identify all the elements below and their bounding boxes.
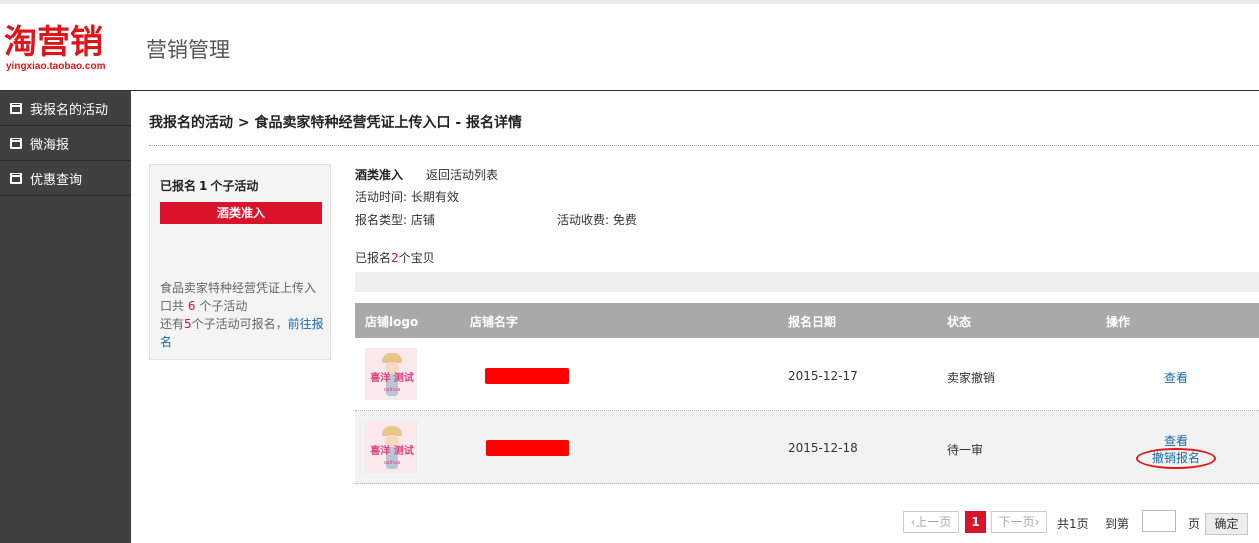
taobao-yingxiao-logo[interactable]: 淘营销 yingxiao.taobao.com bbox=[4, 24, 130, 76]
desc-text: 还有 bbox=[160, 317, 185, 331]
header: 淘营销 yingxiao.taobao.com 营销管理 bbox=[0, 4, 1259, 91]
fee-value: 免费 bbox=[612, 213, 637, 227]
sidebar: 我报名的活动 微海报 优惠查询 bbox=[0, 91, 131, 543]
logo-url: yingxiao.taobao.com bbox=[6, 61, 106, 72]
filter-bar bbox=[355, 272, 1259, 292]
sidebar-item-label: 我报名的活动 bbox=[30, 102, 109, 118]
fee-label: 活动收费: bbox=[557, 213, 610, 227]
activity-fee: 活动收费: 免费 bbox=[557, 211, 637, 228]
logo-thumbnail-text: 喜洋 测试 bbox=[370, 446, 414, 457]
next-page-button[interactable]: 下一页› bbox=[991, 511, 1047, 533]
count-number: 1 bbox=[199, 179, 208, 193]
confirm-button[interactable]: 确定 bbox=[1205, 513, 1248, 535]
desc-remaining-count: 5 bbox=[184, 317, 192, 331]
goto-page-input[interactable] bbox=[1142, 510, 1176, 532]
type-label: 报名类型: bbox=[355, 213, 408, 227]
current-page-button[interactable]: 1 bbox=[965, 511, 986, 533]
view-link[interactable]: 查看 bbox=[1164, 432, 1188, 449]
registered-suffix: 个宝贝 bbox=[398, 251, 435, 265]
registration-status: 卖家撤销 bbox=[947, 371, 996, 385]
desc-text: 个子活动可报名， bbox=[191, 317, 288, 331]
registered-count: 已报名 1 个子活动 bbox=[160, 177, 258, 194]
calendar-icon bbox=[10, 137, 22, 149]
view-link[interactable]: 查看 bbox=[1164, 369, 1188, 386]
column-header-logo: 店铺logo bbox=[365, 315, 419, 329]
logo-thumbnail-text: 喜洋 测试 bbox=[370, 373, 414, 384]
activity-name: 酒类准入 bbox=[355, 168, 404, 182]
goto-label: 到第 bbox=[1105, 517, 1130, 531]
registration-status: 待一审 bbox=[947, 443, 984, 457]
time-value: 长期有效 bbox=[410, 190, 459, 204]
desc-total-count: 6 bbox=[187, 299, 196, 313]
pagination: ‹上一页 1 下一页› 共1页 到第 页 确定 bbox=[131, 510, 1259, 535]
highlight-circle-annotation bbox=[1136, 448, 1216, 469]
back-to-list-link[interactable]: 返回活动列表 bbox=[426, 166, 498, 183]
sidebar-item-my-activities[interactable]: 我报名的活动 bbox=[0, 91, 131, 126]
column-header-status: 状态 bbox=[947, 315, 972, 329]
prev-page-label: 上一页 bbox=[915, 515, 952, 529]
registered-activities-box: 已报名 1 个子活动 酒类准入 食品卖家特种经营凭证上传入口共 6 个子活动 还有5… bbox=[149, 164, 331, 360]
activity-description: 食品卖家特种经营凭证上传入口共 6 个子活动 还有5个子活动可报名，前往报名 bbox=[160, 279, 324, 351]
total-pages: 共1页 bbox=[1057, 517, 1089, 531]
count-prefix: 已报名 bbox=[160, 179, 197, 193]
main-content: 我报名的活动 > 食品卖家特种经营凭证上传入口 - 报名详情 已报名 1 个子活动 … bbox=[131, 92, 1259, 543]
page-header-title: 营销管理 bbox=[146, 38, 230, 62]
shop-logo-thumbnail: 喜洋 测试 caihua bbox=[365, 421, 417, 473]
logo-thumbnail-subtext: caihua bbox=[383, 387, 401, 393]
redacted-shop-name bbox=[486, 440, 569, 456]
column-header-shop-name: 店铺名字 bbox=[470, 315, 519, 329]
logo-thumbnail-subtext: caihua bbox=[383, 460, 401, 466]
sidebar-item-label: 优惠查询 bbox=[30, 172, 83, 188]
table-row: 喜洋 测试 caihua 2015-12-18 待一审 查看 撤销报名 bbox=[355, 411, 1259, 484]
column-header-date: 报名日期 bbox=[788, 315, 837, 329]
registration-type: 报名类型: 店铺 bbox=[355, 211, 435, 228]
activity-time: 活动时间: 长期有效 bbox=[355, 188, 459, 205]
redacted-shop-name bbox=[485, 368, 569, 384]
calendar-icon bbox=[10, 102, 22, 114]
time-label: 活动时间: bbox=[355, 190, 408, 204]
registration-table: 店铺logo 店铺名字 报名日期 状态 操作 喜洋 测试 caihua 2015… bbox=[355, 303, 1259, 484]
sidebar-item-label: 微海报 bbox=[30, 137, 70, 153]
prev-page-button[interactable]: ‹上一页 bbox=[903, 511, 959, 533]
registered-number: 2 bbox=[391, 251, 399, 265]
registered-prefix: 已报名 bbox=[355, 251, 392, 265]
table-row: 喜洋 测试 caihua 2015-12-17 卖家撤销 查看 bbox=[355, 338, 1259, 411]
desc-text: 个子活动 bbox=[199, 299, 248, 313]
next-page-label: 下一页 bbox=[998, 515, 1035, 529]
type-value: 店铺 bbox=[410, 213, 435, 227]
logo-text: 淘营销 bbox=[4, 22, 103, 61]
registration-date: 2015-12-18 bbox=[788, 441, 858, 455]
count-suffix: 个子活动 bbox=[210, 179, 259, 193]
table-header: 店铺logo 店铺名字 报名日期 状态 操作 bbox=[355, 303, 1259, 338]
breadcrumb: 我报名的活动 > 食品卖家特种经营凭证上传入口 - 报名详情 bbox=[149, 115, 523, 131]
shop-logo-thumbnail: 喜洋 测试 caihua bbox=[365, 348, 417, 400]
calendar-icon bbox=[10, 172, 22, 184]
registration-date: 2015-12-17 bbox=[788, 369, 858, 383]
page-unit-label: 页 bbox=[1188, 517, 1201, 531]
divider bbox=[149, 145, 1259, 146]
activity-button-liquor[interactable]: 酒类准入 bbox=[160, 202, 322, 224]
registered-items-count: 已报名2个宝贝 bbox=[355, 249, 435, 266]
column-header-actions: 操作 bbox=[1106, 315, 1131, 329]
sidebar-item-discount-query[interactable]: 优惠查询 bbox=[0, 161, 131, 196]
sidebar-item-micro-poster[interactable]: 微海报 bbox=[0, 126, 131, 161]
